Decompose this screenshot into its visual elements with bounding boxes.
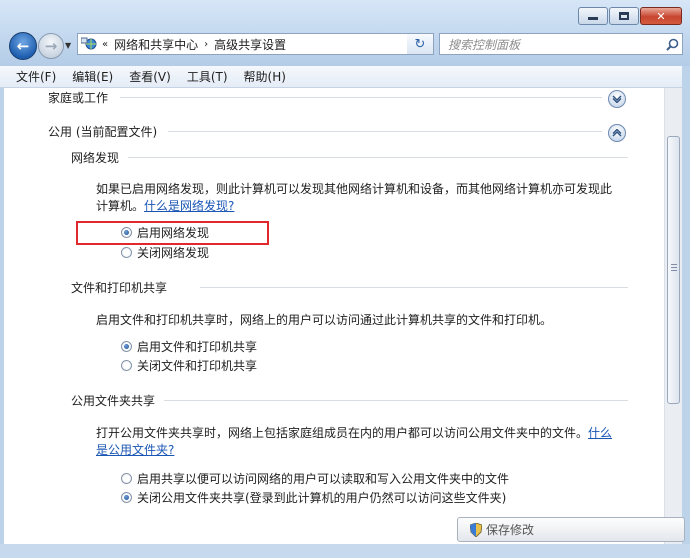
- file-printer-sharing-heading: 文件和打印机共享: [71, 281, 168, 295]
- vertical-scrollbar[interactable]: [664, 88, 682, 544]
- chevron-down-icon: [612, 95, 622, 103]
- profile-public-label[interactable]: 公用 (当前配置文件): [48, 123, 157, 140]
- breadcrumb-network-center[interactable]: 网络和共享中心: [114, 36, 198, 53]
- network-discovery-heading: 网络发现: [71, 151, 120, 165]
- disable-public-folder-sharing-label[interactable]: 关闭公用文件夹共享(登录到此计算机的用户仍然可以访问这些文件夹): [137, 489, 506, 506]
- refresh-icon: ↻: [414, 36, 426, 52]
- breadcrumb-advanced-sharing[interactable]: 高级共享设置: [214, 36, 286, 53]
- scrollbar-thumb[interactable]: [667, 136, 680, 404]
- recent-pages-dropdown[interactable]: ▼: [65, 41, 71, 50]
- disable-file-printer-sharing-label[interactable]: 关闭文件和打印机共享: [137, 357, 257, 374]
- uac-shield-icon: [469, 522, 483, 538]
- public-folder-sharing-divider: [164, 400, 628, 401]
- public-folder-sharing-description: 打开公用文件夹共享时，网络上包括家庭组成员在内的用户都可以访问公用文件夹中的文件…: [96, 426, 589, 440]
- address-overflow-chevron[interactable]: «: [102, 39, 108, 50]
- public-folder-help-link[interactable]: 什么: [588, 424, 612, 441]
- maximize-icon: [619, 12, 629, 20]
- disable-network-discovery-label[interactable]: 关闭网络发现: [137, 244, 209, 261]
- network-discovery-divider: [128, 157, 628, 158]
- scrollbar-grip-icon: [671, 264, 677, 273]
- refresh-button[interactable]: ↻: [407, 33, 434, 55]
- disable-public-folder-sharing-radio[interactable]: [121, 492, 132, 503]
- control-panel-window: ✕ ← → ▼ « 网络和共享中心 › 高级共享设置 ▼ ↻: [0, 0, 690, 558]
- minimize-button[interactable]: [578, 7, 608, 25]
- enable-public-folder-sharing-label[interactable]: 启用共享以便可以访问网络的用户可以读取和写入公用文件夹中的文件: [137, 470, 509, 487]
- network-discovery-description: 如果已启用网络发现，则此计算机可以发现其他网络计算机和设备，而其他网络计算机亦可…: [96, 182, 613, 196]
- menu-edit[interactable]: 编辑(E): [64, 68, 121, 85]
- minimize-icon: [588, 17, 598, 20]
- enable-public-folder-sharing-radio[interactable]: [121, 473, 132, 484]
- enable-file-printer-sharing-radio[interactable]: [121, 341, 132, 352]
- profile-home-work-divider: [120, 97, 602, 98]
- close-icon: ✕: [656, 9, 666, 23]
- profile-public-divider: [168, 131, 602, 132]
- network-discovery-help-link[interactable]: 什么是网络发现?: [144, 197, 234, 214]
- forward-button[interactable]: →: [38, 33, 64, 59]
- back-arrow-icon: ←: [16, 36, 30, 55]
- back-button[interactable]: ←: [9, 32, 37, 60]
- maximize-button[interactable]: [609, 7, 639, 25]
- close-button[interactable]: ✕: [640, 7, 682, 25]
- file-printer-sharing-description: 启用文件和打印机共享时，网络上的用户可以访问通过此计算机共享的文件和打印机。: [96, 313, 553, 327]
- title-bar: ✕ ← → ▼ « 网络和共享中心 › 高级共享设置 ▼ ↻: [0, 0, 690, 66]
- menu-view[interactable]: 查看(V): [121, 68, 179, 85]
- disable-network-discovery-radio[interactable]: [121, 247, 132, 258]
- window-controls: ✕: [577, 7, 682, 25]
- file-printer-sharing-divider: [200, 287, 628, 288]
- search-input[interactable]: 搜索控制面板: [448, 36, 662, 53]
- public-folder-help-link-cont[interactable]: 是公用文件夹?: [96, 441, 174, 458]
- profile-home-work-label[interactable]: 家庭或工作: [48, 89, 108, 106]
- annotation-highlight-box: [76, 221, 269, 245]
- menu-tools[interactable]: 工具(T): [179, 68, 236, 85]
- menu-help[interactable]: 帮助(H): [236, 68, 294, 85]
- search-icon[interactable]: [662, 38, 682, 51]
- network-discovery-description-cont: 计算机。: [96, 199, 145, 213]
- disable-file-printer-sharing-radio[interactable]: [121, 360, 132, 371]
- collapse-public-button[interactable]: [608, 124, 626, 142]
- breadcrumb-separator[interactable]: ›: [204, 39, 208, 50]
- network-center-icon: [80, 37, 97, 51]
- save-changes-label: 保存修改: [486, 523, 535, 537]
- menu-file[interactable]: 文件(F): [0, 68, 64, 85]
- window-frame-bottom: [0, 544, 690, 558]
- enable-file-printer-sharing-label[interactable]: 启用文件和打印机共享: [137, 338, 257, 355]
- expand-home-work-button[interactable]: [608, 90, 626, 108]
- address-bar[interactable]: « 网络和共享中心 › 高级共享设置 ▼: [77, 33, 434, 55]
- window-frame-right: [682, 66, 690, 558]
- menu-bar: 文件(F) 编辑(E) 查看(V) 工具(T) 帮助(H): [0, 66, 690, 88]
- settings-panel: 家庭或工作 公用 (当前配置文件) 网络发现 如果已启用网络发现，则此计算机可以…: [4, 88, 664, 544]
- save-changes-button[interactable]: 保存修改: [457, 517, 685, 542]
- forward-arrow-icon: →: [44, 36, 58, 55]
- search-box[interactable]: 搜索控制面板: [439, 33, 683, 55]
- public-folder-sharing-heading: 公用文件夹共享: [71, 394, 156, 408]
- chevron-up-icon: [612, 129, 622, 137]
